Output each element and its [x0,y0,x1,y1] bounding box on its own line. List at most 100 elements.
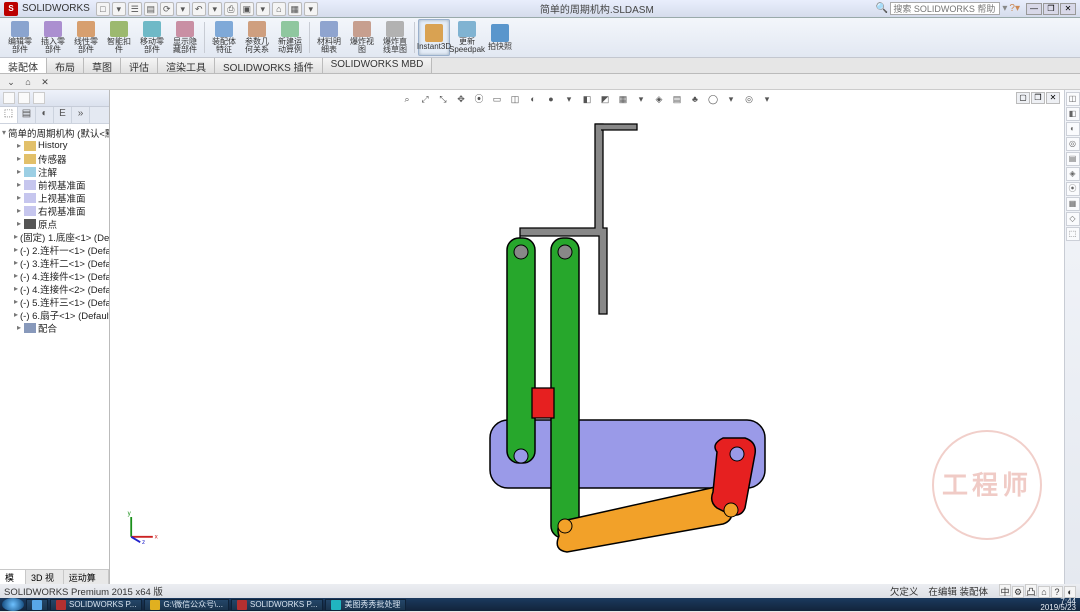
vp-maximize-button[interactable]: ❐ [1031,92,1045,104]
view-tool-0[interactable]: ⌕ [399,91,415,107]
rtool-btn-0[interactable]: ◫ [1066,92,1080,106]
tree-expand-icon[interactable]: ▸ [14,206,24,215]
taskbar-item-1[interactable]: SOLIDWORKS P... [50,599,142,611]
restore-button[interactable]: ❐ [1043,3,1059,15]
start-button[interactable] [2,598,24,611]
ribbon-button-4[interactable]: 移动零 部件 [136,19,168,56]
view-tool-13[interactable]: ▾ [633,91,649,107]
view-tool-8[interactable]: ● [543,91,559,107]
view-tool-2[interactable]: ⤡ [435,91,451,107]
tree-node[interactable]: ▸(-) 6.扇子<1> (Default< [0,308,109,321]
rtool-btn-8[interactable]: ◇ [1066,212,1080,226]
view-tool-17[interactable]: ◯ [705,91,721,107]
ribbon-button-16[interactable]: 更新 Speedpak [451,19,483,56]
tab-5[interactable]: SOLIDWORKS 插件 [215,58,323,73]
qat-button-13[interactable]: ▾ [304,2,318,16]
tree-node[interactable]: ▸(-) 4.连接件<2> (Default<<默 [0,282,109,295]
rtool-btn-2[interactable]: ◐ [1066,122,1080,136]
help-search[interactable]: 🔍 ▾ ?▾ [876,2,1020,15]
taskbar-clock[interactable]: 7:44 2019/5/23 [1036,599,1080,611]
tree-tab-feature[interactable]: ⬚ [0,107,18,123]
tree-expand-icon[interactable]: ▸ [14,297,18,306]
status-icon-3[interactable]: ⌂ [1038,586,1050,598]
tree-node[interactable]: ▸History [0,139,109,152]
taskbar-item-2[interactable]: G:\微信公众号\... [144,599,229,611]
tree-expand-icon[interactable]: ▸ [14,323,24,332]
tree-bottom-tab-2[interactable]: 运动算例1 [64,570,109,584]
search-dropdown-icon[interactable]: ▾ [1002,3,1007,14]
tree-expand-icon[interactable]: ▸ [14,232,18,241]
tree-node[interactable]: ▸(-) 2.连杆一<1> (Default<<默 [0,243,109,256]
tree-expand-icon[interactable]: ▸ [14,167,24,176]
view-tool-5[interactable]: ▭ [489,91,505,107]
close-button[interactable]: ✕ [1060,3,1076,15]
tree-node[interactable]: ▸注解 [0,165,109,178]
view-tool-18[interactable]: ▾ [723,91,739,107]
view-tool-6[interactable]: ◫ [507,91,523,107]
graphics-viewport[interactable]: ▢ ❐ ✕ ⌕⤢⤡✥⦿▭◫◐●▾◧◩▦▾◈▤♣◯▾◎▾ [110,90,1064,584]
rtool-btn-4[interactable]: ▤ [1066,152,1080,166]
search-input[interactable] [890,2,1000,15]
rtool-btn-7[interactable]: ▦ [1066,197,1080,211]
tab-1[interactable]: 布局 [47,58,84,73]
tree-expand-icon[interactable]: ▸ [14,141,24,150]
lambda-btn-2[interactable]: ✕ [38,75,52,88]
rtool-btn-1[interactable]: ◧ [1066,107,1080,121]
tree-node[interactable]: ▸上视基准面 [0,191,109,204]
qat-button-5[interactable]: ▾ [176,2,190,16]
tree-node[interactable]: ▸(固定) 1.底座<1> (Default<<默 [0,230,109,243]
tree-bottom-tab-0[interactable]: 模型 [0,570,26,584]
qat-button-8[interactable]: ⎙ [224,2,238,16]
tab-2[interactable]: 草图 [84,58,121,73]
view-tool-19[interactable]: ◎ [741,91,757,107]
tree-node[interactable]: ▸配合 [0,321,109,334]
tree-root[interactable]: ▾简单的周期机构 (默认<默认_显示 [0,126,109,139]
orientation-triad[interactable]: y x z [124,508,160,544]
taskbar-item-4[interactable]: 美图秀秀批处理 [325,599,406,611]
tree-node[interactable]: ▸前视基准面 [0,178,109,191]
tree-bottom-tab-1[interactable]: 3D 视图 [26,570,64,584]
tree-expand-icon[interactable]: ▸ [14,271,18,280]
ribbon-button-7[interactable]: 装配体 特征 [208,19,240,56]
tree-tab-config[interactable]: ▤ [18,107,36,123]
rtool-btn-6[interactable]: ⦿ [1066,182,1080,196]
tree-tab-collapse[interactable]: » [72,107,90,123]
ribbon-button-15[interactable]: Instant3D [418,19,450,56]
tree-expand-icon[interactable]: ▸ [14,310,18,319]
tree-node[interactable]: ▸传感器 [0,152,109,165]
rtool-btn-5[interactable]: ◈ [1066,167,1080,181]
ribbon-button-12[interactable]: 爆炸视 图 [346,19,378,56]
tab-4[interactable]: 渲染工具 [158,58,215,73]
view-tool-11[interactable]: ◩ [597,91,613,107]
qat-button-3[interactable]: ▤ [144,2,158,16]
status-icon-0[interactable]: 中 [999,584,1011,596]
view-tool-3[interactable]: ✥ [453,91,469,107]
qat-button-2[interactable]: ☰ [128,2,142,16]
qat-button-11[interactable]: ⌂ [272,2,286,16]
lambda-btn-1[interactable]: ⌂ [21,75,35,88]
rtool-btn-9[interactable]: ⬚ [1066,227,1080,241]
ribbon-button-13[interactable]: 爆炸直 线草图 [379,19,411,56]
ribbon-button-0[interactable]: 编辑零 部件 [4,19,36,56]
tree-expand-icon[interactable]: ▸ [14,193,24,202]
tree-filter-icon[interactable] [3,92,15,104]
view-tool-16[interactable]: ♣ [687,91,703,107]
ribbon-button-8[interactable]: 参数几 何关系 [241,19,273,56]
qat-button-12[interactable]: ▦ [288,2,302,16]
qat-button-1[interactable]: ▾ [112,2,126,16]
help-icon[interactable]: ?▾ [1009,3,1020,14]
tab-0[interactable]: 装配体 [0,58,47,73]
tree-expand-icon[interactable]: ▸ [14,219,24,228]
ribbon-button-5[interactable]: 显示隐 藏部件 [169,19,201,56]
view-tool-7[interactable]: ◐ [525,91,541,107]
view-tool-4[interactable]: ⦿ [471,91,487,107]
status-icon-1[interactable]: ⚙ [1012,586,1024,598]
tab-3[interactable]: 评估 [121,58,158,73]
vp-collapse-button[interactable]: ▢ [1016,92,1030,104]
tree-expand-icon[interactable]: ▸ [14,245,18,254]
ribbon-button-1[interactable]: 插入零 部件 [37,19,69,56]
qat-button-9[interactable]: ▣ [240,2,254,16]
taskbar-item-3[interactable]: SOLIDWORKS P... [231,599,323,611]
qat-button-6[interactable]: ↶ [192,2,206,16]
tree-expand-icon[interactable]: ▸ [14,180,24,189]
